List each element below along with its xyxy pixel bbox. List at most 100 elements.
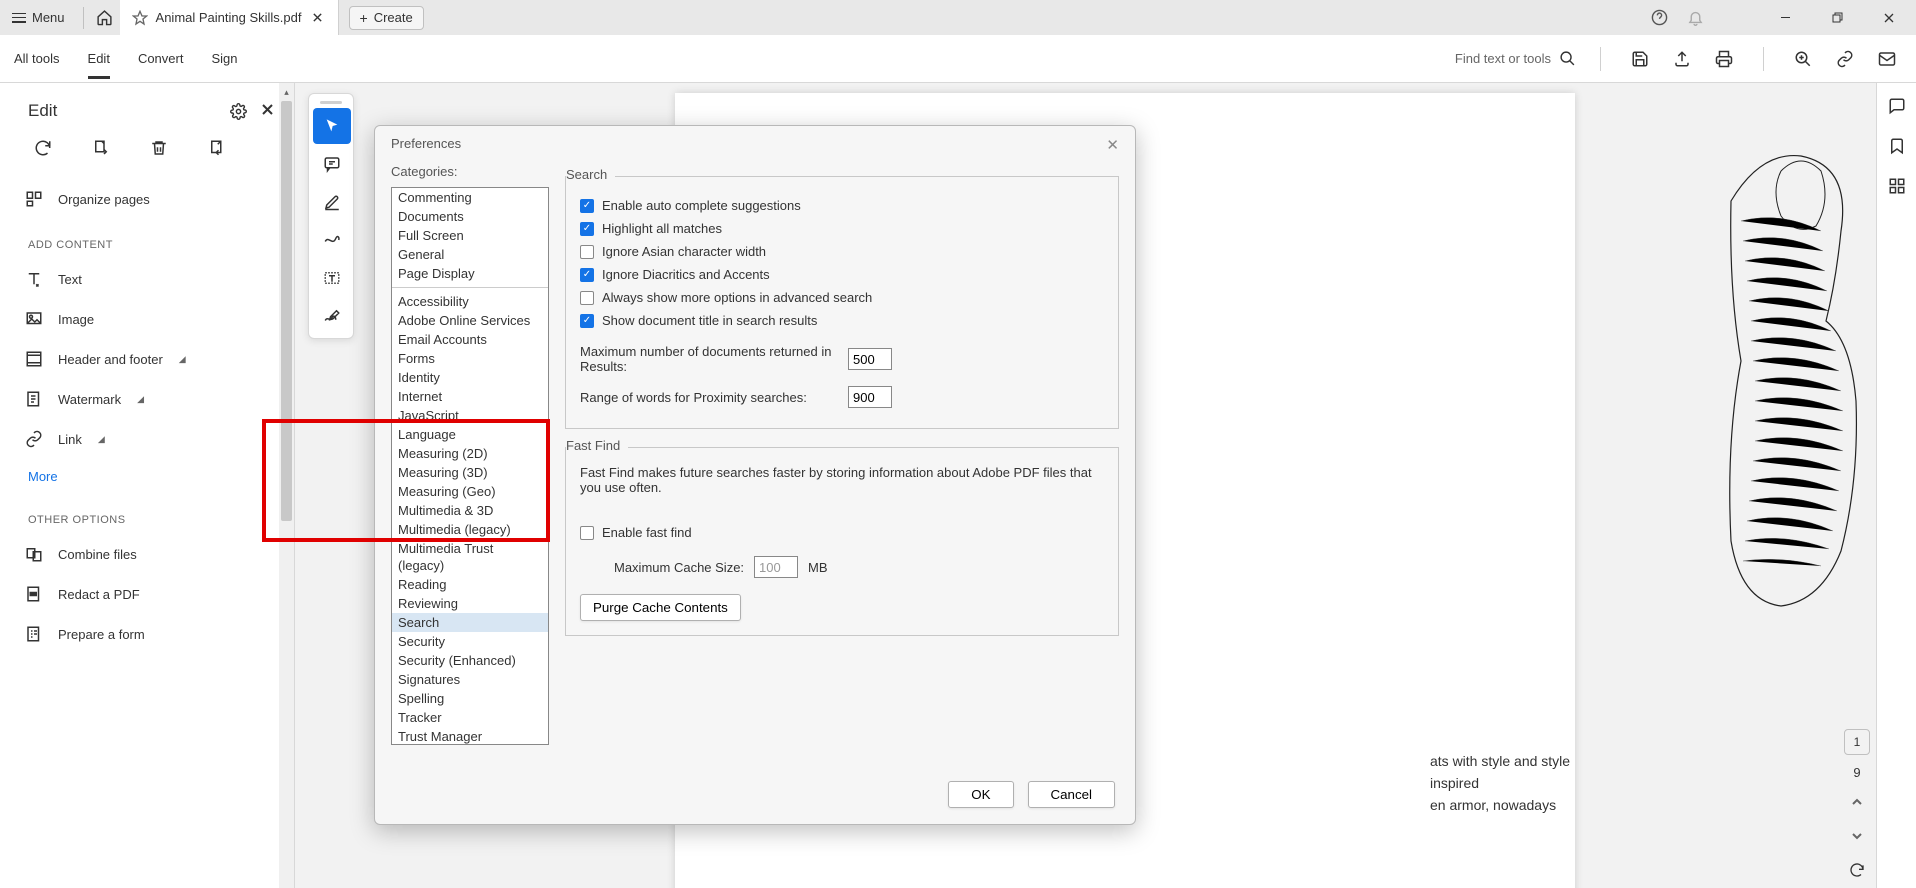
category-item[interactable]: Identity xyxy=(392,368,548,387)
edit-panel: Edit Organize pages ADD CONTENT Text Ima… xyxy=(0,83,295,888)
scroll-thumb[interactable] xyxy=(281,101,292,521)
cache-size-label: Maximum Cache Size: xyxy=(614,560,744,575)
menu-button[interactable]: Menu xyxy=(0,0,77,35)
categories-list[interactable]: CommentingDocumentsFull ScreenGeneralPag… xyxy=(391,187,549,745)
category-item[interactable]: Internet xyxy=(392,387,548,406)
max-docs-input[interactable] xyxy=(848,348,892,370)
settings-button[interactable] xyxy=(230,103,247,120)
ignore-asian-checkbox[interactable] xyxy=(580,245,594,259)
create-button[interactable]: + Create xyxy=(349,6,424,30)
category-item[interactable]: Reviewing xyxy=(392,594,548,613)
category-item[interactable]: Email Accounts xyxy=(392,330,548,349)
current-page-input[interactable]: 1 xyxy=(1844,729,1870,755)
more-button[interactable]: More xyxy=(0,459,294,494)
text-box-tool[interactable] xyxy=(313,260,351,296)
redact-button[interactable]: Redact a PDF xyxy=(0,574,294,614)
add-text-button[interactable]: Text xyxy=(0,259,294,299)
purge-cache-button[interactable]: Purge Cache Contents xyxy=(580,594,741,621)
cache-size-input[interactable] xyxy=(754,556,798,578)
refresh-button[interactable] xyxy=(1844,858,1870,882)
panel-close-button[interactable] xyxy=(261,103,274,120)
category-item[interactable]: Measuring (Geo) xyxy=(392,482,548,501)
organize-pages-button[interactable]: Organize pages xyxy=(0,179,294,219)
enable-autocomplete-checkbox[interactable] xyxy=(580,199,594,213)
add-link-button[interactable]: Link ◢ xyxy=(0,419,294,459)
all-tools-tab[interactable]: All tools xyxy=(14,51,60,66)
category-item[interactable]: Security (Enhanced) xyxy=(392,651,548,670)
ai-button[interactable] xyxy=(1788,44,1818,74)
prepare-form-button[interactable]: Prepare a form xyxy=(0,614,294,654)
show-title-checkbox[interactable] xyxy=(580,314,594,328)
add-image-button[interactable]: Image xyxy=(0,299,294,339)
text-icon xyxy=(24,269,44,289)
maximize-button[interactable] xyxy=(1814,0,1860,35)
prev-page-button[interactable] xyxy=(1844,790,1870,814)
home-button[interactable] xyxy=(90,3,120,33)
rotate-button[interactable] xyxy=(28,135,58,161)
category-item[interactable]: Commenting xyxy=(392,188,548,207)
sign-tab[interactable]: Sign xyxy=(211,51,237,66)
category-item[interactable]: Signatures xyxy=(392,670,548,689)
category-item[interactable]: Documents xyxy=(392,207,548,226)
draw-tool[interactable] xyxy=(313,222,351,258)
notifications-button[interactable] xyxy=(1680,3,1710,33)
category-item[interactable]: Language xyxy=(392,425,548,444)
tab-close-button[interactable] xyxy=(310,10,326,26)
category-item[interactable]: Spelling xyxy=(392,689,548,708)
category-item[interactable]: General xyxy=(392,245,548,264)
category-item[interactable]: JavaScript xyxy=(392,406,548,425)
category-item[interactable]: Reading xyxy=(392,575,548,594)
category-item[interactable]: Search xyxy=(392,613,548,632)
mail-button[interactable] xyxy=(1872,44,1902,74)
save-button[interactable] xyxy=(1625,44,1655,74)
ok-button[interactable]: OK xyxy=(948,781,1013,808)
watermark-button[interactable]: Watermark ◢ xyxy=(0,379,294,419)
cancel-button[interactable]: Cancel xyxy=(1028,781,1116,808)
category-item[interactable]: Adobe Online Services xyxy=(392,311,548,330)
delete-button[interactable] xyxy=(144,135,174,161)
sign-tool[interactable] xyxy=(313,298,351,334)
help-button[interactable] xyxy=(1644,3,1674,33)
category-item[interactable]: Accessibility xyxy=(392,292,548,311)
minimize-button[interactable] xyxy=(1762,0,1808,35)
scroll-up-icon: ▴ xyxy=(279,83,294,101)
category-item[interactable]: Security xyxy=(392,632,548,651)
extract-button[interactable] xyxy=(86,135,116,161)
ignore-diacritics-checkbox[interactable] xyxy=(580,268,594,282)
category-item[interactable]: Forms xyxy=(392,349,548,368)
comment-tool[interactable] xyxy=(313,146,351,182)
category-item[interactable]: Measuring (2D) xyxy=(392,444,548,463)
proximity-input[interactable] xyxy=(848,386,892,408)
next-page-button[interactable] xyxy=(1844,824,1870,848)
category-item[interactable]: Multimedia (legacy) xyxy=(392,520,548,539)
window-close-button[interactable] xyxy=(1866,0,1912,35)
find-button[interactable]: Find text or tools xyxy=(1455,50,1576,67)
thumbnails-button[interactable] xyxy=(1888,177,1906,195)
header-footer-button[interactable]: Header and footer ◢ xyxy=(0,339,294,379)
category-item[interactable]: Multimedia Trust (legacy) xyxy=(392,539,548,575)
category-item[interactable]: Multimedia & 3D xyxy=(392,501,548,520)
always-more-checkbox[interactable] xyxy=(580,291,594,305)
insert-button[interactable] xyxy=(202,135,232,161)
comments-button[interactable] xyxy=(1888,97,1906,115)
category-item[interactable]: Trust Manager xyxy=(392,727,548,745)
category-item[interactable]: Measuring (3D) xyxy=(392,463,548,482)
combine-files-button[interactable]: Combine files xyxy=(0,534,294,574)
upload-button[interactable] xyxy=(1667,44,1697,74)
category-item[interactable]: Tracker xyxy=(392,708,548,727)
drag-handle[interactable] xyxy=(313,98,349,106)
dialog-close-button[interactable]: ✕ xyxy=(1106,136,1119,154)
print-button[interactable] xyxy=(1709,44,1739,74)
document-tab[interactable]: Animal Painting Skills.pdf xyxy=(120,0,339,35)
link-button[interactable] xyxy=(1830,44,1860,74)
highlight-all-checkbox[interactable] xyxy=(580,222,594,236)
category-item[interactable]: Full Screen xyxy=(392,226,548,245)
highlight-tool[interactable] xyxy=(313,184,351,220)
enable-fast-find-checkbox[interactable] xyxy=(580,526,594,540)
bookmarks-button[interactable] xyxy=(1888,137,1906,155)
selection-tool[interactable] xyxy=(313,108,351,144)
scrollbar[interactable]: ▴ xyxy=(279,83,294,888)
category-item[interactable]: Page Display xyxy=(392,264,548,283)
edit-tab[interactable]: Edit xyxy=(88,51,110,79)
convert-tab[interactable]: Convert xyxy=(138,51,184,66)
